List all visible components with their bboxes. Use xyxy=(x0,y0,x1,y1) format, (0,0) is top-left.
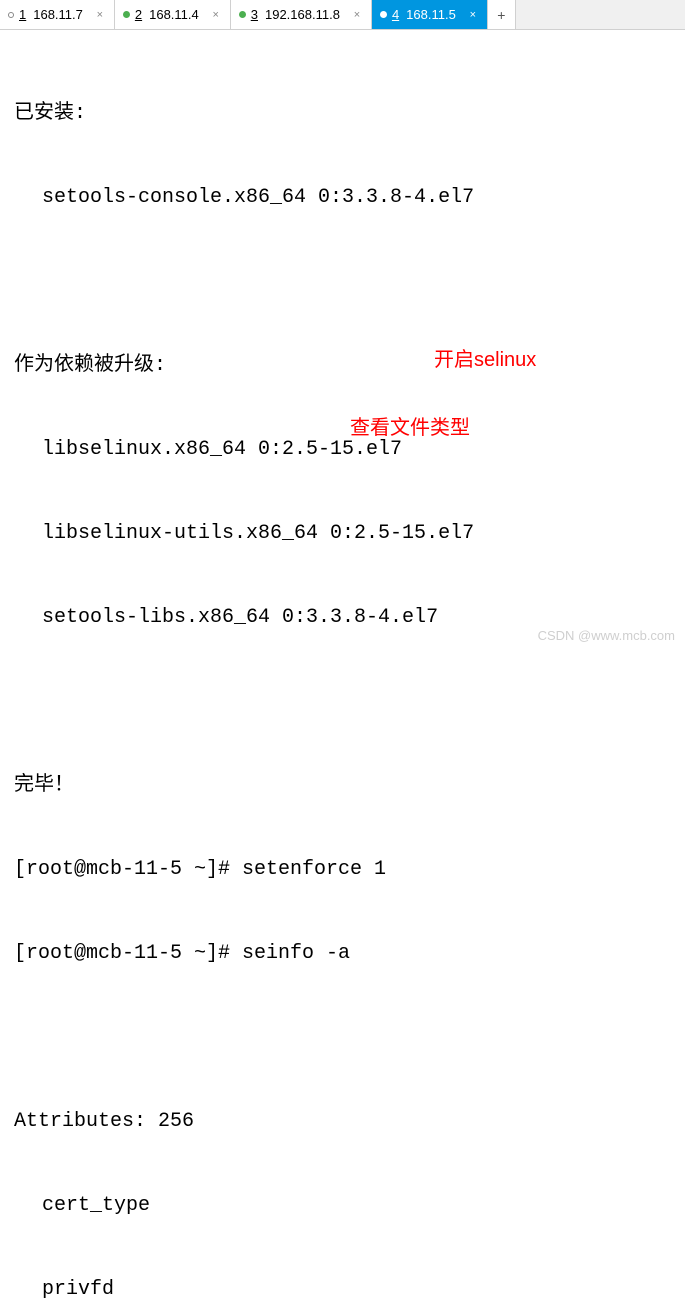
annotation-filetype: 查看文件类型 xyxy=(350,414,470,442)
close-icon[interactable]: × xyxy=(351,9,363,21)
tab-number: 4 xyxy=(392,7,399,22)
annotation-selinux: 开启selinux xyxy=(434,346,536,374)
blank-line xyxy=(14,268,679,296)
tab-bar: 1 168.11.7 × 2 168.11.4 × 3 192.168.11.8… xyxy=(0,0,685,30)
status-dot-icon xyxy=(239,11,246,18)
attribute-item: cert_type xyxy=(14,1192,679,1220)
status-dot-icon xyxy=(8,12,14,18)
attribute-item: privfd xyxy=(14,1276,679,1298)
attributes-header: Attributes: 256 xyxy=(14,1108,679,1136)
plus-icon: + xyxy=(497,7,505,23)
blank-line xyxy=(14,688,679,716)
tab-number: 1 xyxy=(19,7,26,22)
tab-label: 168.11.4 xyxy=(149,7,199,22)
blank-line xyxy=(14,1024,679,1052)
tab-label: 192.168.11.8 xyxy=(265,7,340,22)
dep-package: libselinux-utils.x86_64 0:2.5-15.el7 xyxy=(14,520,679,548)
new-tab-button[interactable]: + xyxy=(488,0,516,29)
tab-2[interactable]: 2 168.11.4 × xyxy=(115,0,231,29)
tab-number: 2 xyxy=(135,7,142,22)
close-icon[interactable]: × xyxy=(94,9,106,21)
close-icon[interactable]: × xyxy=(467,9,479,21)
done-message: 完毕！ xyxy=(14,772,679,800)
status-dot-icon xyxy=(123,11,130,18)
tab-label: 168.11.7 xyxy=(33,7,83,22)
status-dot-icon xyxy=(380,11,387,18)
installed-header: 已安装: xyxy=(14,100,679,128)
tab-number: 3 xyxy=(251,7,258,22)
dep-package: libselinux.x86_64 0:2.5-15.el7 xyxy=(14,436,679,464)
watermark: CSDN @www.mcb.com xyxy=(538,628,675,643)
deps-header: 作为依赖被升级: xyxy=(14,352,679,380)
installed-package: setools-console.x86_64 0:3.3.8-4.el7 xyxy=(14,184,679,212)
prompt-line: [root@mcb-11-5 ~]# seinfo -a xyxy=(14,940,679,968)
tab-3[interactable]: 3 192.168.11.8 × xyxy=(231,0,372,29)
tab-1[interactable]: 1 168.11.7 × xyxy=(0,0,115,29)
tab-4[interactable]: 4 168.11.5 × xyxy=(372,0,488,29)
terminal-output[interactable]: 已安装: setools-console.x86_64 0:3.3.8-4.el… xyxy=(0,30,685,1298)
tab-label: 168.11.5 xyxy=(406,7,456,22)
close-icon[interactable]: × xyxy=(210,9,222,21)
prompt-line: [root@mcb-11-5 ~]# setenforce 1 xyxy=(14,856,679,884)
